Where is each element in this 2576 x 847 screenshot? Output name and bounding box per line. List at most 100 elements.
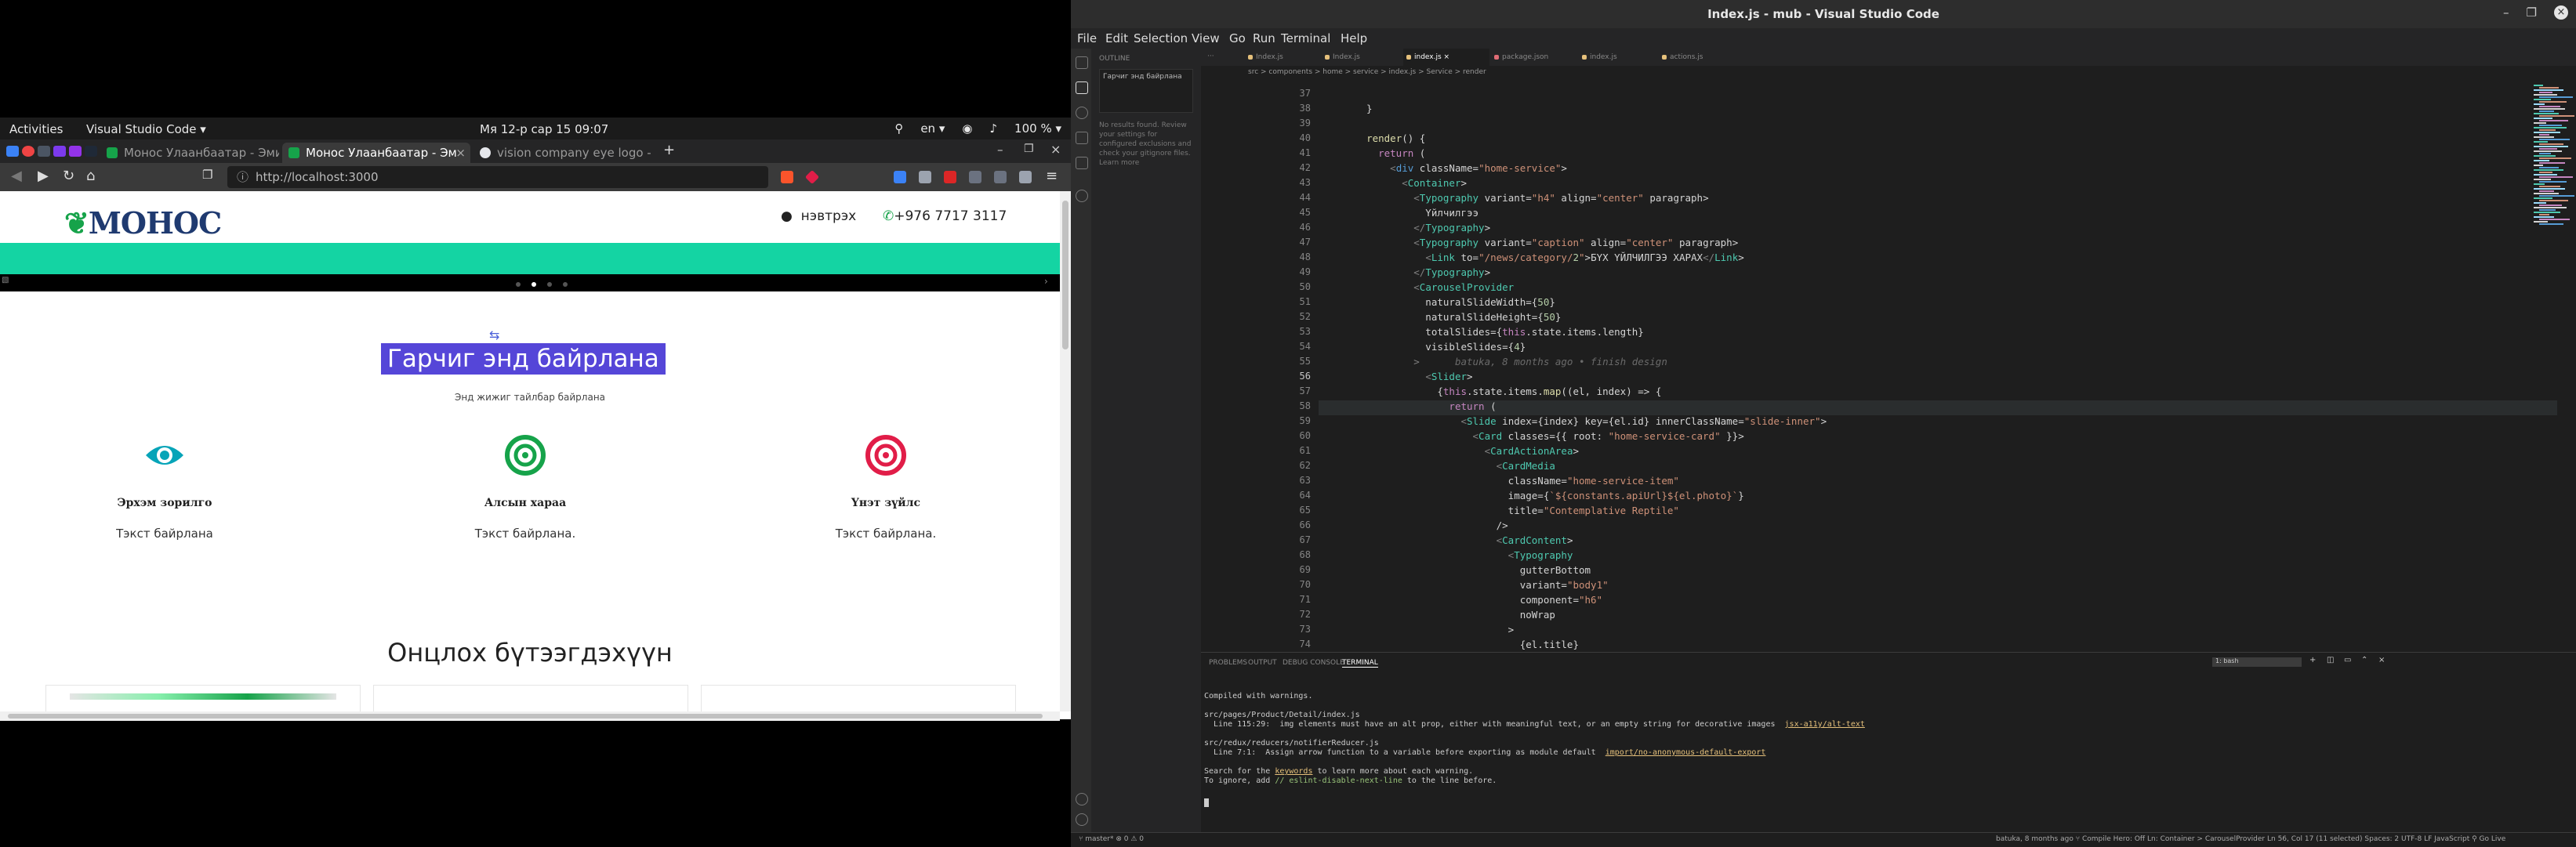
clock[interactable]: Мя 12-р сар 15 09:07 <box>480 122 608 136</box>
pinned-tab-icon[interactable] <box>6 146 19 157</box>
close-window-icon[interactable]: × <box>2554 5 2568 20</box>
activities-button[interactable]: Activities <box>9 122 63 136</box>
site-info-icon[interactable]: ⓘ <box>237 166 249 188</box>
editor-tab[interactable]: package.json <box>1491 49 1577 66</box>
google-favicon-icon <box>480 147 491 158</box>
minimize-icon[interactable]: – <box>997 143 1003 157</box>
search-input[interactable]: Гарчиг энд байрлана <box>1099 69 1193 113</box>
battery-indicator[interactable]: 100 % ▾ <box>1014 121 1061 136</box>
code-line: <CardActionArea> <box>1484 445 1579 457</box>
status-left[interactable]: ⑂ master* ⊗ 0 ⚠ 0 <box>1079 835 1144 843</box>
extensions-icon[interactable] <box>1076 157 1088 169</box>
wifi-icon[interactable]: ◉ <box>962 121 972 136</box>
run-debug-icon[interactable] <box>1076 132 1088 144</box>
product-card[interactable] <box>45 685 361 711</box>
line-number: 44 <box>1299 192 1311 203</box>
tab-monos-1[interactable]: Монос Улаанбаатар - Эмийн <box>100 143 279 163</box>
keywords-link[interactable]: keywords <box>1275 767 1312 776</box>
language-indicator[interactable]: en ▾ <box>920 121 945 136</box>
login-link[interactable]: ● нэвтрэх <box>781 208 856 224</box>
translate-ext-icon[interactable] <box>894 171 906 183</box>
tab-monos-2[interactable]: Монос Улаанбаатар - Эм × <box>282 143 470 163</box>
minimap[interactable] <box>2531 78 2576 650</box>
extension-icon[interactable] <box>969 171 981 183</box>
menu-file[interactable]: File <box>1077 31 1097 45</box>
menu-edit[interactable]: Edit <box>1105 31 1128 45</box>
carousel-dot[interactable] <box>516 282 521 287</box>
minimap-line <box>2534 155 2556 157</box>
editor-tab[interactable]: Index.js <box>1245 49 1320 66</box>
system-indicators[interactable]: ⚲ en ▾ ◉ ♪ 100 % ▾ <box>894 121 1061 136</box>
pinned-tab-icon[interactable] <box>22 146 34 157</box>
bookmark-icon[interactable]: ❐ <box>202 168 212 182</box>
extension-icon[interactable] <box>994 171 1007 183</box>
terminal-output[interactable]: Compiled with warnings. src/pages/Produc… <box>1201 653 2576 833</box>
carousel-dot-active[interactable] <box>532 282 536 287</box>
breadcrumb[interactable]: src > components > home > service > inde… <box>1201 66 2576 78</box>
editor-tab[interactable]: actions.js <box>1659 49 1729 66</box>
lint-rule-link[interactable]: jsx-a11y/alt-text <box>1785 720 1865 729</box>
volume-icon[interactable]: ♪ <box>989 121 997 136</box>
editor-tab[interactable]: index.js <box>1579 49 1657 66</box>
line-number: 49 <box>1299 266 1311 277</box>
maximize-icon[interactable]: ❐ <box>1024 143 1034 155</box>
monos-favicon-icon <box>288 147 299 158</box>
forward-icon[interactable]: ▶ <box>38 168 49 184</box>
pinned-tab-icon[interactable] <box>69 146 82 157</box>
menu-go[interactable]: Go <box>1229 31 1246 45</box>
menu-terminal[interactable]: Terminal <box>1281 31 1330 45</box>
minimap-line <box>2539 214 2549 215</box>
editor-tab[interactable]: Index.js <box>1322 49 1402 66</box>
pinned-tab-icon[interactable] <box>38 146 50 157</box>
menu-help[interactable]: Help <box>1341 31 1367 45</box>
maximize-icon[interactable]: ❐ <box>2527 5 2537 20</box>
brave-rewards-icon[interactable] <box>804 169 820 185</box>
code-line: <Slide index={index} key={el.id} innerCl… <box>1460 415 1827 427</box>
gear-icon[interactable] <box>1076 813 1088 826</box>
source-control-icon[interactable] <box>1076 107 1088 119</box>
close-tab-icon[interactable]: × <box>455 143 466 163</box>
camera-ext-icon[interactable] <box>919 171 931 183</box>
lint-rule-link[interactable]: import/no-anonymous-default-export <box>1605 748 1766 757</box>
product-card[interactable] <box>701 685 1016 711</box>
more-icon[interactable]: ··· <box>1207 52 1214 60</box>
monos-logo[interactable]: ❦МОНОС <box>64 205 222 241</box>
phone-link[interactable]: ✆+976 7717 3117 <box>883 208 1007 224</box>
status-right[interactable]: batuka, 8 months ago ⑂ Compile Hero: Off… <box>1996 835 2505 843</box>
home-icon[interactable]: ⌂ <box>86 168 95 184</box>
page-scrollbar[interactable] <box>1060 191 1071 711</box>
product-card[interactable] <box>373 685 688 711</box>
remote-icon[interactable] <box>1076 190 1088 202</box>
line-number: 38 <box>1299 103 1311 114</box>
tab-google-search[interactable]: vision company eye logo - Goo <box>473 143 654 163</box>
page-horizontal-scrollbar[interactable] <box>0 711 1060 721</box>
back-icon[interactable]: ◀ <box>11 168 22 184</box>
pinned-tab-icon[interactable] <box>53 146 66 157</box>
menu-view[interactable]: View <box>1192 31 1220 45</box>
app-menu[interactable]: Visual Studio Code ▾ <box>86 122 206 136</box>
menu-run[interactable]: Run <box>1253 31 1275 45</box>
minimize-icon[interactable]: – <box>2503 5 2509 20</box>
menu-icon[interactable]: ≡ <box>1046 168 1058 184</box>
extension-icon[interactable] <box>944 171 956 183</box>
scroll-thumb[interactable] <box>1062 201 1068 349</box>
close-window-icon[interactable]: × <box>1050 142 1061 157</box>
translate-icon[interactable]: ⇆ <box>489 328 499 342</box>
carousel-next-icon[interactable]: › <box>1044 276 1048 287</box>
search-icon[interactable] <box>1076 81 1088 94</box>
reload-icon[interactable]: ↻ <box>63 168 74 184</box>
menu-selection[interactable]: Selection <box>1134 31 1188 45</box>
editor-tab-active[interactable]: index.js × <box>1403 49 1489 66</box>
scroll-thumb[interactable] <box>8 714 1043 719</box>
accessibility-icon[interactable]: ⚲ <box>894 121 903 136</box>
carousel-dot[interactable] <box>563 282 568 287</box>
carousel-dot[interactable] <box>547 282 552 287</box>
code-line: <Slider> <box>1425 371 1473 382</box>
address-bar[interactable]: ⓘ http://localhost:3000 <box>227 166 768 188</box>
pinned-tab-icon[interactable] <box>85 146 97 157</box>
brave-shields-icon[interactable] <box>781 171 793 183</box>
puzzle-extensions-icon[interactable] <box>1019 171 1032 183</box>
explorer-icon[interactable] <box>1076 56 1088 69</box>
new-tab-button[interactable]: + <box>663 142 675 158</box>
account-icon[interactable] <box>1076 793 1088 805</box>
